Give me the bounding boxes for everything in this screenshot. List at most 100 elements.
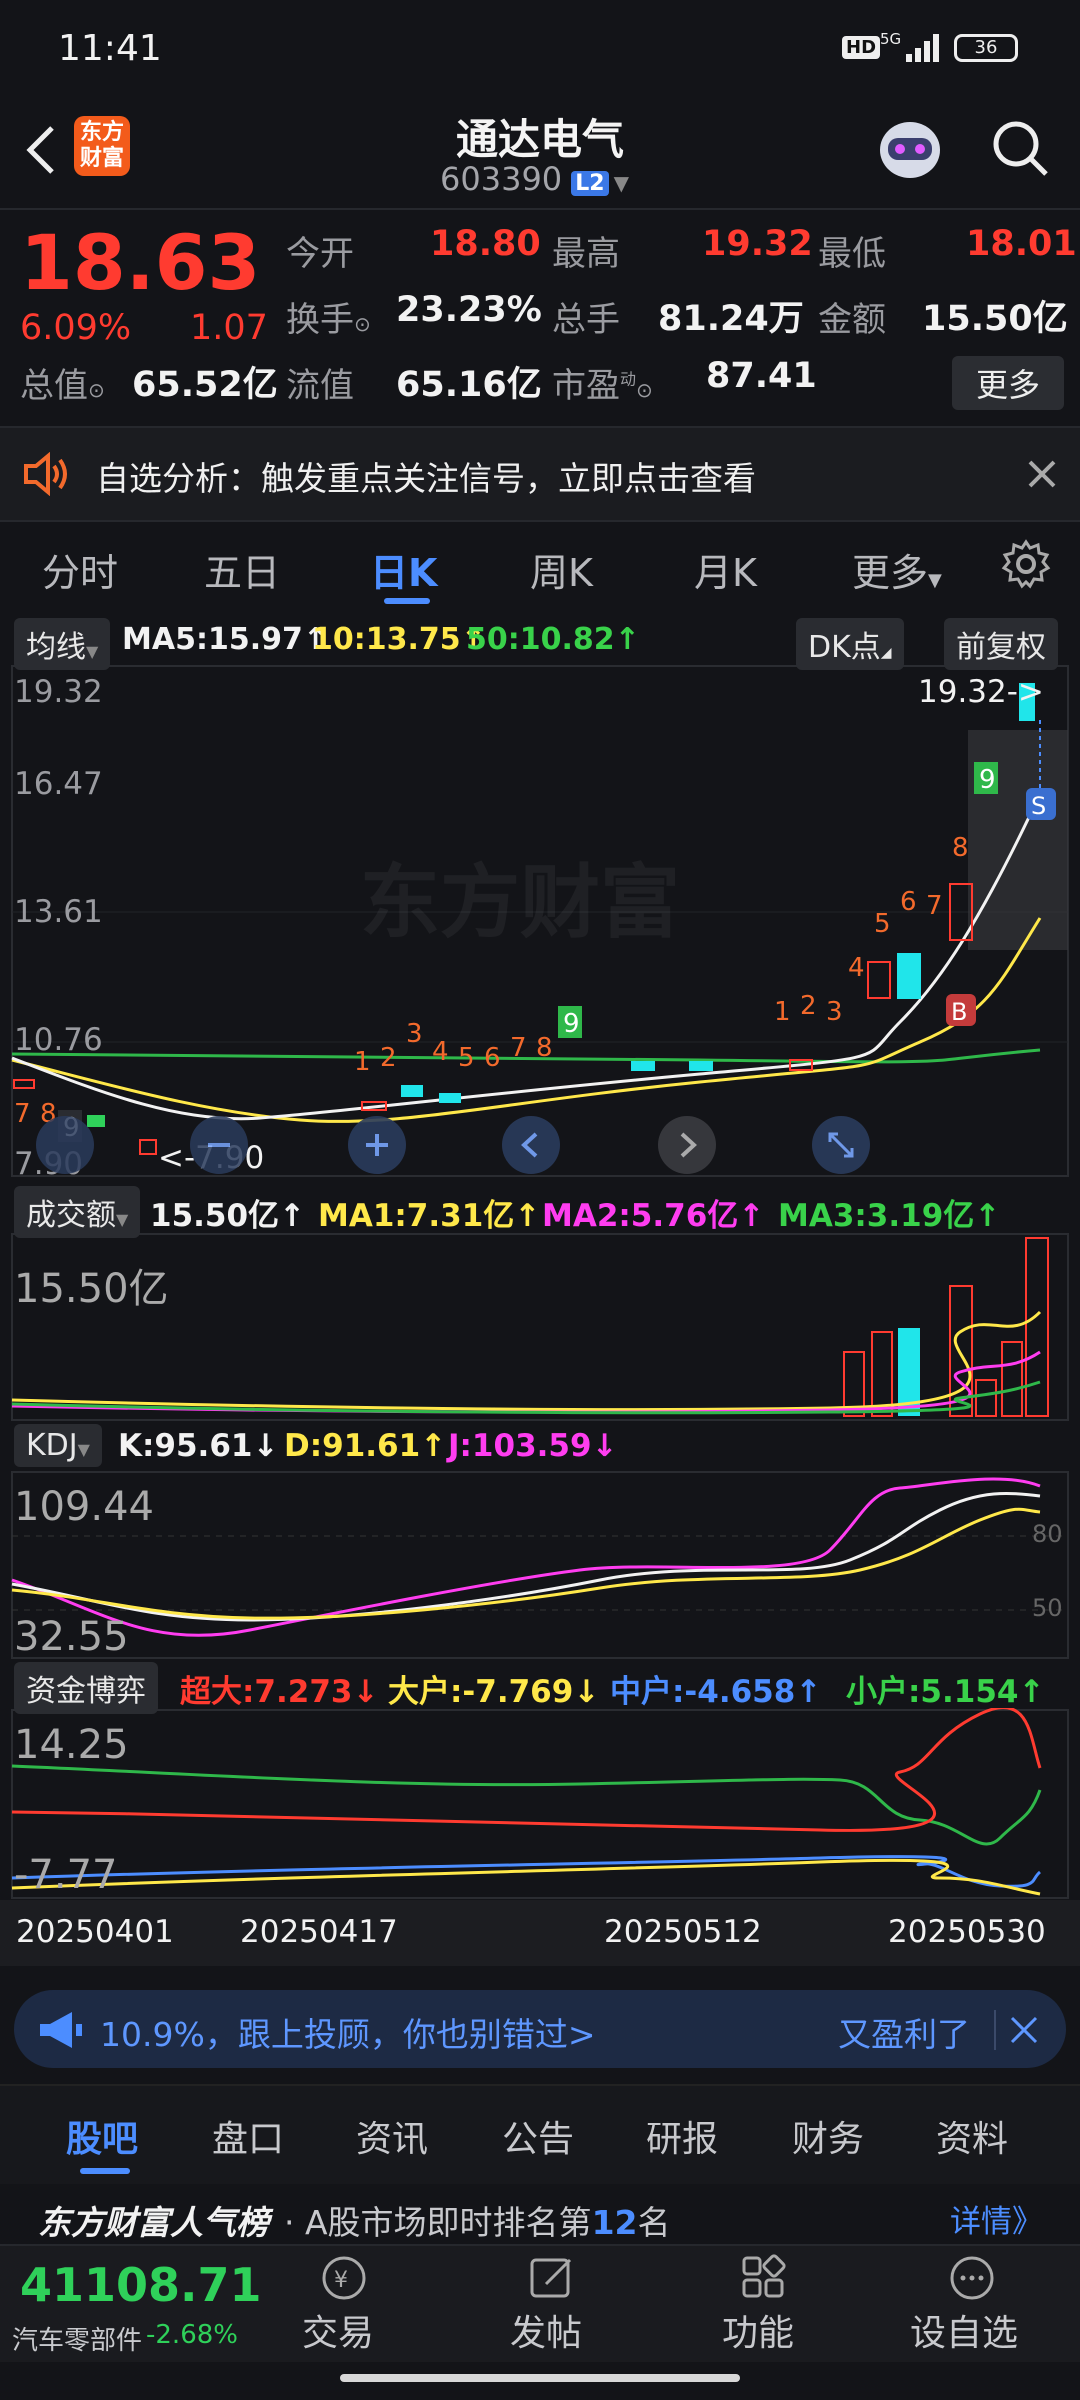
fund-chart[interactable]: 14.25 -7.77 [0,1708,1080,1900]
pe-value: 87.41 [706,356,817,396]
post-button[interactable]: 发帖 [510,2304,582,2356]
fund-small: 小户:5.154↑ [846,1674,1045,1710]
kdj-j: J:103.59↓ [448,1428,618,1464]
stock-code: 603390 [440,160,563,198]
tab-news[interactable]: 资讯 [356,2110,428,2162]
tab-financials[interactable]: 财务 [792,2110,864,2162]
svg-text:4: 4 [848,953,865,983]
svg-text:7: 7 [14,1099,31,1129]
tab-guba[interactable]: 股吧 [66,2110,138,2162]
tab-five-day[interactable]: 五日 [204,542,280,597]
volume-selector[interactable]: 成交额▼ [14,1186,141,1238]
add-watchlist-button[interactable]: 设自选 [910,2304,1018,2356]
date-axis: 20250401 20250417 20250512 20250530 [0,1900,1080,1966]
fund-bottom-label: -7.77 [14,1852,118,1898]
content-tabs: 股吧 盘口 资讯 公告 研报 财务 资料 [0,2084,1080,2184]
pe-label: 市盈动⊙ [552,366,653,406]
open-value: 18.80 [430,224,541,264]
promo-banner[interactable]: 10.9%，跟上投顾，你也别错过> 又盈利了 [14,1990,1066,2068]
tab-profile[interactable]: 资料 [936,2110,1008,2162]
tab-more[interactable]: 更多▼ [852,542,942,597]
date-label-1: 20250417 [240,1914,398,1950]
high-label: 最高 [552,234,620,274]
turnover-label: 换手⊙ [286,300,371,340]
tab-announcements[interactable]: 公告 [502,2110,574,2162]
tab-daily-k[interactable]: 日K [370,542,437,597]
bottom-toolbar: 41108.71 汽车零部件 -2.68% ¥ 交易 发帖 功能 设自选 [0,2244,1080,2362]
volume-ma2: MA2:5.76亿↑ [542,1198,765,1234]
robot-assistant-icon[interactable] [870,112,950,188]
quote-panel: 18.63 6.09% 1.07 今开 18.80 最高 19.32 最低 18… [0,212,1080,424]
stock-code-row[interactable]: 603390 L2 ▼ [440,160,680,200]
market-cap-label: 总值⊙ [20,366,105,406]
kline-chart[interactable]: 78 123 456 78 123 45678 9 9 9 B S 东方财富 1… [0,662,1080,1182]
current-price: 18.63 [20,218,261,307]
volume-value: 81.24万 [658,299,804,339]
svg-text:8: 8 [952,833,969,863]
svg-text:7: 7 [926,891,943,921]
volume-ma3: MA3:3.19亿↑ [778,1198,1001,1234]
tab-guba-indicator [80,2168,130,2174]
alert-text: 自选分析：触发重点关注信号，立即点击查看 [96,459,756,498]
zoom-out-icon[interactable] [190,1116,248,1174]
promo-close-icon[interactable] [994,2010,1046,2050]
volume-current: 15.50亿↑ [150,1198,306,1234]
svg-text:9: 9 [979,765,996,795]
amount-label: 金额 [818,300,886,340]
tab-intraday[interactable]: 分时 [42,542,118,597]
fullscreen-icon[interactable] [812,1116,870,1174]
volume-ma1: MA1:7.31亿↑ [318,1198,541,1234]
svg-text:东方财富: 东方财富 [360,856,680,949]
fund-large: 大户:-7.769↓ [388,1674,600,1710]
popularity-row[interactable]: 东方财富人气榜 · A股市场即时排名第12名 详情》 [0,2184,1080,2244]
scroll-left-icon[interactable] [502,1116,560,1174]
fund-medium: 中户:-4.658↑ [610,1674,822,1710]
tab-monthly-k[interactable]: 月K [694,542,757,597]
svg-text:3: 3 [406,1019,423,1049]
chart-left-edge-button[interactable] [36,1116,94,1174]
kdj-top-label: 109.44 [14,1484,154,1530]
speaker-icon [22,451,72,497]
svg-text:S: S [1031,792,1046,820]
tab-research[interactable]: 研报 [646,2110,718,2162]
svg-text:9: 9 [563,1009,580,1039]
tab-weekly-k[interactable]: 周K [530,542,593,597]
kdj-selector[interactable]: KDJ▼ [14,1424,102,1467]
kdj-k: K:95.61↓ [118,1428,279,1464]
trade-button[interactable]: 交易 [302,2304,374,2356]
zoom-in-icon[interactable] [348,1116,406,1174]
svg-text:3: 3 [826,997,843,1027]
svg-text:5: 5 [458,1043,475,1073]
search-icon[interactable] [988,116,1052,180]
hd-icon: HD [842,36,881,59]
kdj-chart[interactable]: 109.44 32.55 80 50 [0,1470,1080,1660]
tab-order-book[interactable]: 盘口 [212,2110,284,2162]
date-label-3: 20250530 [888,1914,1046,1950]
popularity-details-link[interactable]: 详情》 [950,2196,1043,2241]
ma10-value: 10:13.75↑ [312,622,486,657]
level2-badge: L2 [571,171,609,196]
svg-text:8: 8 [536,1033,553,1063]
settings-icon[interactable] [1000,538,1052,590]
functions-button[interactable]: 功能 [722,2304,794,2356]
popularity-title: 东方财富人气榜 [38,2203,269,2242]
trade-icon: ¥ [318,2254,370,2302]
more-button[interactable]: 更多 [952,356,1065,410]
fund-legend: 资金博弈 超大:7.273↓ 大户:-7.769↓ 中户:-4.658↑ 小户:… [0,1662,1080,1714]
alert-bar[interactable]: 自选分析：触发重点关注信号，立即点击查看 [0,426,1080,522]
high-marker: 19.32-> [918,674,1044,710]
index-value[interactable]: 41108.71 [20,2258,262,2312]
battery-icon: 36 [954,34,1018,62]
y-label-0: 19.32 [14,674,103,710]
volume-chart[interactable]: 15.50亿 [0,1232,1080,1422]
home-indicator[interactable] [340,2374,740,2382]
date-label-0: 20250401 [16,1914,174,1950]
change-amount: 1.07 [190,308,268,348]
index-name: 汽车零部件 [12,2326,143,2356]
index-change: -2.68% [146,2320,238,2350]
scroll-right-icon[interactable] [658,1116,716,1174]
close-icon[interactable] [1024,456,1060,492]
promo-brand: 又盈利了 [838,2015,970,2054]
fund-selector[interactable]: 资金博弈 [14,1662,158,1714]
svg-text:¥: ¥ [334,2268,348,2293]
